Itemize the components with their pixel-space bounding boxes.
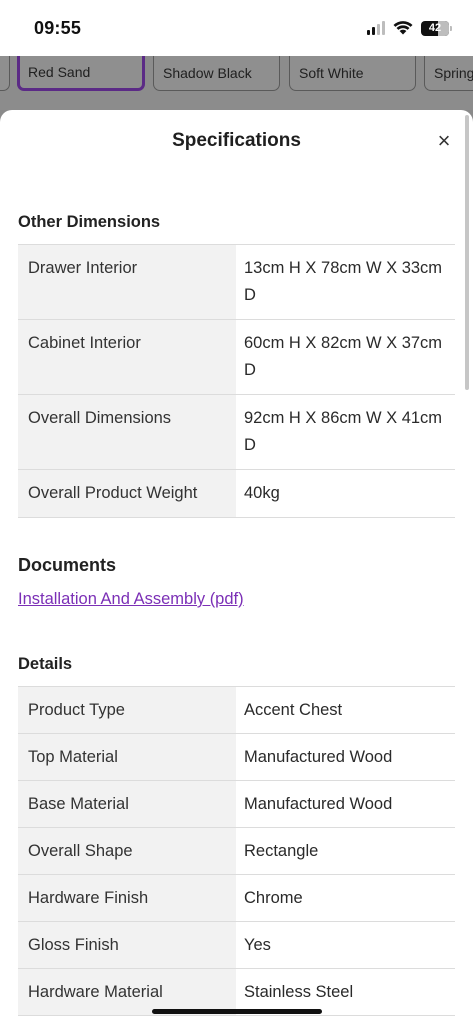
spec-key: Drawer Interior xyxy=(18,244,236,320)
color-option-label: Soft White xyxy=(299,65,364,81)
specifications-sheet: Specifications × Other Dimensions Drawer… xyxy=(0,110,473,1024)
color-option-soft-white[interactable]: Soft White xyxy=(289,56,416,91)
sheet-title: Specifications xyxy=(172,130,301,151)
spec-key: Cabinet Interior xyxy=(18,319,236,395)
table-row: Base Material Manufactured Wood xyxy=(18,780,455,828)
table-row: Drawer Interior 13cm H X 78cm W X 33cm D xyxy=(18,244,455,320)
spec-value: 13cm H X 78cm W X 33cm D xyxy=(236,244,455,320)
spec-key: Top Material xyxy=(18,733,236,781)
home-indicator[interactable] xyxy=(152,1009,322,1014)
color-option-previous[interactable] xyxy=(0,56,10,91)
spec-key: Overall Shape xyxy=(18,827,236,875)
spec-value: 40kg xyxy=(236,469,455,518)
status-icons: 42 xyxy=(367,20,452,36)
color-option-spring[interactable]: Spring xyxy=(424,56,473,91)
color-option-label: Red Sand xyxy=(28,64,91,80)
table-row: Hardware Finish Chrome xyxy=(18,874,455,922)
spec-key: Base Material xyxy=(18,780,236,828)
spec-value: Manufactured Wood xyxy=(236,780,455,828)
close-icon[interactable]: × xyxy=(433,130,455,152)
spec-value: Chrome xyxy=(236,874,455,922)
table-row: Overall Shape Rectangle xyxy=(18,827,455,875)
status-time: 09:55 xyxy=(34,17,82,38)
color-options-strip: Red Sand Shadow Black Soft White Spring xyxy=(0,56,473,110)
table-row: Gloss Finish Yes xyxy=(18,921,455,969)
spec-value: Yes xyxy=(236,921,455,969)
table-row: Overall Product Weight 40kg xyxy=(18,469,455,518)
spec-value: Manufactured Wood xyxy=(236,733,455,781)
spec-key: Overall Dimensions xyxy=(18,394,236,470)
table-row: Overall Dimensions 92cm H X 86cm W X 41c… xyxy=(18,394,455,470)
color-option-label: Spring xyxy=(434,65,473,81)
spec-value: 92cm H X 86cm W X 41cm D xyxy=(236,394,455,470)
spec-key: Gloss Finish xyxy=(18,921,236,969)
table-row: Top Material Manufactured Wood xyxy=(18,733,455,781)
table-row: Cabinet Interior 60cm H X 82cm W X 37cm … xyxy=(18,319,455,395)
color-option-red-sand[interactable]: Red Sand xyxy=(17,56,145,91)
spec-key: Overall Product Weight xyxy=(18,469,236,518)
cellular-signal-icon xyxy=(367,21,385,35)
spec-value: 60cm H X 82cm W X 37cm D xyxy=(236,319,455,395)
details-heading: Details xyxy=(18,655,73,673)
details-table: Product Type Accent Chest Top Material M… xyxy=(18,686,455,1016)
spec-key: Product Type xyxy=(18,686,236,734)
color-option-label: Shadow Black xyxy=(163,65,252,81)
documents-heading: Documents xyxy=(18,555,117,575)
spec-value: Rectangle xyxy=(236,827,455,875)
battery-level: 42 xyxy=(428,22,442,34)
color-option-shadow-black[interactable]: Shadow Black xyxy=(153,56,280,91)
scrollbar[interactable] xyxy=(465,115,469,390)
spec-value: Accent Chest xyxy=(236,686,455,734)
status-bar: 09:55 42 xyxy=(0,0,473,56)
spec-key: Hardware Finish xyxy=(18,874,236,922)
other-dimensions-table: Drawer Interior 13cm H X 78cm W X 33cm D… xyxy=(18,244,455,518)
battery-icon: 42 xyxy=(421,20,452,36)
wifi-icon xyxy=(393,21,413,35)
other-dimensions-heading: Other Dimensions xyxy=(18,213,161,231)
table-row: Product Type Accent Chest xyxy=(18,686,455,734)
installation-assembly-pdf-link[interactable]: Installation And Assembly (pdf) xyxy=(18,590,244,609)
